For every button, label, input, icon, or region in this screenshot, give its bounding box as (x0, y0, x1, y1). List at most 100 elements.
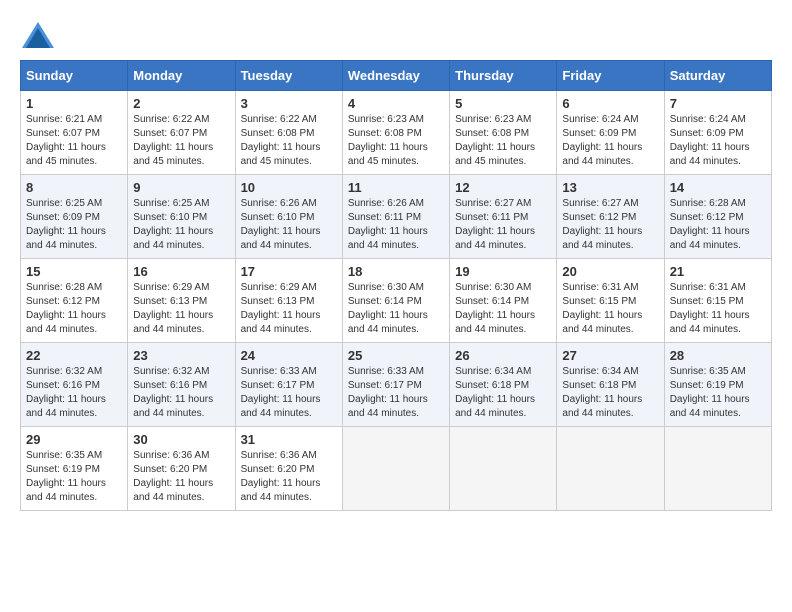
day-info: Sunrise: 6:33 AMSunset: 6:17 PMDaylight:… (241, 365, 337, 421)
day-number: 18 (348, 264, 444, 279)
calendar-cell: 4 Sunrise: 6:23 AMSunset: 6:08 PMDaylight… (342, 91, 449, 175)
day-info: Sunrise: 6:26 AMSunset: 6:11 PMDaylight:… (348, 197, 444, 253)
day-info: Sunrise: 6:36 AMSunset: 6:20 PMDaylight:… (133, 449, 229, 505)
day-info: Sunrise: 6:31 AMSunset: 6:15 PMDaylight:… (670, 281, 766, 337)
day-number: 11 (348, 180, 444, 195)
day-number: 24 (241, 348, 337, 363)
calendar-day-header: Monday (128, 61, 235, 91)
calendar-cell: 20 Sunrise: 6:31 AMSunset: 6:15 PMDayligh… (557, 259, 664, 343)
calendar-week-row: 1 Sunrise: 6:21 AMSunset: 6:07 PMDaylight… (21, 91, 772, 175)
day-number: 19 (455, 264, 551, 279)
day-info: Sunrise: 6:21 AMSunset: 6:07 PMDaylight:… (26, 113, 122, 169)
day-number: 27 (562, 348, 658, 363)
calendar-cell: 25 Sunrise: 6:33 AMSunset: 6:17 PMDayligh… (342, 343, 449, 427)
calendar-day-header: Tuesday (235, 61, 342, 91)
day-number: 4 (348, 96, 444, 111)
day-info: Sunrise: 6:24 AMSunset: 6:09 PMDaylight:… (670, 113, 766, 169)
logo (20, 20, 62, 50)
page-header (20, 20, 772, 50)
calendar-cell: 10Sunrise: 6:26 AMSunset: 6:10 PMDayligh… (235, 175, 342, 259)
calendar-cell: 7 Sunrise: 6:24 AMSunset: 6:09 PMDaylight… (664, 91, 771, 175)
calendar-cell: 9 Sunrise: 6:25 AMSunset: 6:10 PMDaylight… (128, 175, 235, 259)
calendar-cell: 27 Sunrise: 6:34 AMSunset: 6:18 PMDayligh… (557, 343, 664, 427)
day-number: 14 (670, 180, 766, 195)
calendar-week-row: 15 Sunrise: 6:28 AMSunset: 6:12 PMDayligh… (21, 259, 772, 343)
calendar-cell: 12Sunrise: 6:27 AMSunset: 6:11 PMDayligh… (450, 175, 557, 259)
day-number: 2 (133, 96, 229, 111)
day-info: Sunrise: 6:32 AMSunset: 6:16 PMDaylight:… (133, 365, 229, 421)
calendar-cell: 11 Sunrise: 6:26 AMSunset: 6:11 PMDayligh… (342, 175, 449, 259)
calendar-cell: 17 Sunrise: 6:29 AMSunset: 6:13 PMDayligh… (235, 259, 342, 343)
day-info: Sunrise: 6:29 AMSunset: 6:13 PMDaylight:… (133, 281, 229, 337)
calendar-cell: 29 Sunrise: 6:35 AMSunset: 6:19 PMDayligh… (21, 427, 128, 511)
day-number: 9 (133, 180, 229, 195)
day-info: Sunrise: 6:30 AMSunset: 6:14 PMDaylight:… (455, 281, 551, 337)
calendar-table: SundayMondayTuesdayWednesdayThursdayFrid… (20, 60, 772, 511)
day-number: 26 (455, 348, 551, 363)
calendar-cell: 18 Sunrise: 6:30 AMSunset: 6:14 PMDayligh… (342, 259, 449, 343)
day-number: 22 (26, 348, 122, 363)
calendar-day-header: Wednesday (342, 61, 449, 91)
calendar-cell: 30 Sunrise: 6:36 AMSunset: 6:20 PMDayligh… (128, 427, 235, 511)
calendar-cell (664, 427, 771, 511)
calendar-day-header: Sunday (21, 61, 128, 91)
calendar-cell: 3Sunrise: 6:22 AMSunset: 6:08 PMDaylight… (235, 91, 342, 175)
calendar-cell: 2 Sunrise: 6:22 AMSunset: 6:07 PMDaylight… (128, 91, 235, 175)
calendar-week-row: 22 Sunrise: 6:32 AMSunset: 6:16 PMDayligh… (21, 343, 772, 427)
day-number: 17 (241, 264, 337, 279)
calendar-cell: 16 Sunrise: 6:29 AMSunset: 6:13 PMDayligh… (128, 259, 235, 343)
day-info: Sunrise: 6:25 AMSunset: 6:09 PMDaylight:… (26, 197, 122, 253)
calendar-cell: 31 Sunrise: 6:36 AMSunset: 6:20 PMDayligh… (235, 427, 342, 511)
calendar-week-row: 29 Sunrise: 6:35 AMSunset: 6:19 PMDayligh… (21, 427, 772, 511)
calendar-cell (450, 427, 557, 511)
day-number: 20 (562, 264, 658, 279)
day-number: 7 (670, 96, 766, 111)
day-info: Sunrise: 6:28 AMSunset: 6:12 PMDaylight:… (26, 281, 122, 337)
calendar-cell: 15 Sunrise: 6:28 AMSunset: 6:12 PMDayligh… (21, 259, 128, 343)
day-number: 30 (133, 432, 229, 447)
day-info: Sunrise: 6:30 AMSunset: 6:14 PMDaylight:… (348, 281, 444, 337)
day-number: 16 (133, 264, 229, 279)
day-info: Sunrise: 6:31 AMSunset: 6:15 PMDaylight:… (562, 281, 658, 337)
day-info: Sunrise: 6:29 AMSunset: 6:13 PMDaylight:… (241, 281, 337, 337)
day-number: 28 (670, 348, 766, 363)
day-info: Sunrise: 6:27 AMSunset: 6:12 PMDaylight:… (562, 197, 658, 253)
calendar-cell (342, 427, 449, 511)
day-info: Sunrise: 6:35 AMSunset: 6:19 PMDaylight:… (26, 449, 122, 505)
calendar-cell: 21Sunrise: 6:31 AMSunset: 6:15 PMDayligh… (664, 259, 771, 343)
calendar-cell: 23 Sunrise: 6:32 AMSunset: 6:16 PMDayligh… (128, 343, 235, 427)
calendar-header-row: SundayMondayTuesdayWednesdayThursdayFrid… (21, 61, 772, 91)
day-info: Sunrise: 6:35 AMSunset: 6:19 PMDaylight:… (670, 365, 766, 421)
day-number: 15 (26, 264, 122, 279)
day-info: Sunrise: 6:25 AMSunset: 6:10 PMDaylight:… (133, 197, 229, 253)
calendar-cell: 8 Sunrise: 6:25 AMSunset: 6:09 PMDaylight… (21, 175, 128, 259)
calendar-cell: 24 Sunrise: 6:33 AMSunset: 6:17 PMDayligh… (235, 343, 342, 427)
day-number: 5 (455, 96, 551, 111)
day-info: Sunrise: 6:24 AMSunset: 6:09 PMDaylight:… (562, 113, 658, 169)
day-info: Sunrise: 6:27 AMSunset: 6:11 PMDaylight:… (455, 197, 551, 253)
day-number: 29 (26, 432, 122, 447)
calendar-cell: 28 Sunrise: 6:35 AMSunset: 6:19 PMDayligh… (664, 343, 771, 427)
calendar-day-header: Saturday (664, 61, 771, 91)
day-number: 1 (26, 96, 122, 111)
day-number: 31 (241, 432, 337, 447)
calendar-cell: 19 Sunrise: 6:30 AMSunset: 6:14 PMDayligh… (450, 259, 557, 343)
calendar-cell: 26Sunrise: 6:34 AMSunset: 6:18 PMDayligh… (450, 343, 557, 427)
day-number: 23 (133, 348, 229, 363)
day-info: Sunrise: 6:33 AMSunset: 6:17 PMDaylight:… (348, 365, 444, 421)
calendar-cell: 14Sunrise: 6:28 AMSunset: 6:12 PMDayligh… (664, 175, 771, 259)
calendar-cell: 22Sunrise: 6:32 AMSunset: 6:16 PMDayligh… (21, 343, 128, 427)
day-info: Sunrise: 6:34 AMSunset: 6:18 PMDaylight:… (562, 365, 658, 421)
calendar-cell (557, 427, 664, 511)
day-info: Sunrise: 6:22 AMSunset: 6:08 PMDaylight:… (241, 113, 337, 169)
day-info: Sunrise: 6:36 AMSunset: 6:20 PMDaylight:… (241, 449, 337, 505)
day-info: Sunrise: 6:22 AMSunset: 6:07 PMDaylight:… (133, 113, 229, 169)
logo-icon (20, 20, 56, 50)
day-info: Sunrise: 6:23 AMSunset: 6:08 PMDaylight:… (348, 113, 444, 169)
day-info: Sunrise: 6:23 AMSunset: 6:08 PMDaylight:… (455, 113, 551, 169)
calendar-cell: 13Sunrise: 6:27 AMSunset: 6:12 PMDayligh… (557, 175, 664, 259)
calendar-cell: 5 Sunrise: 6:23 AMSunset: 6:08 PMDaylight… (450, 91, 557, 175)
day-number: 25 (348, 348, 444, 363)
day-number: 8 (26, 180, 122, 195)
calendar-week-row: 8 Sunrise: 6:25 AMSunset: 6:09 PMDaylight… (21, 175, 772, 259)
